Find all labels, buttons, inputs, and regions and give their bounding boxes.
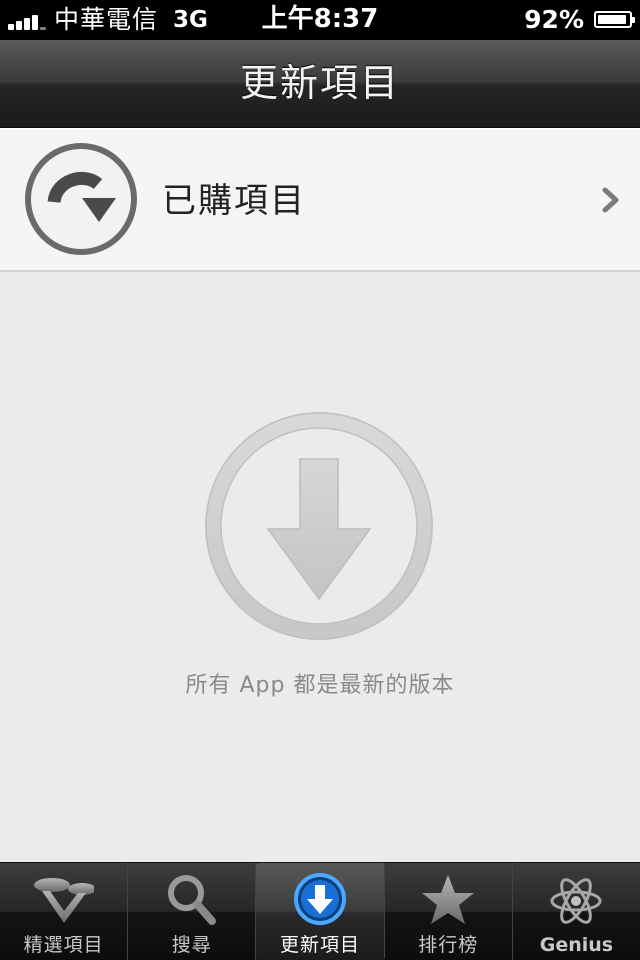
purchased-download-icon xyxy=(25,143,137,255)
search-icon xyxy=(167,875,216,925)
tab-search[interactable]: 搜尋 xyxy=(128,863,257,960)
status-bar: 中華電信 3G 上午8:37 92% xyxy=(0,0,640,40)
navigation-bar: 更新項目 xyxy=(0,40,640,128)
chevron-right-icon xyxy=(602,187,619,213)
tab-label: 更新項目 xyxy=(280,934,361,956)
tab-label: 搜尋 xyxy=(171,934,212,956)
tab-label: 精選項目 xyxy=(23,934,104,956)
tab-updates[interactable]: 更新項目 xyxy=(256,863,385,960)
tab-bar: 精選項目 搜尋 更新項目 排行榜 Genius xyxy=(0,862,640,960)
purchased-items-label: 已購項目 xyxy=(162,181,306,221)
tab-genius[interactable]: Genius xyxy=(513,863,640,960)
star-icon xyxy=(422,875,475,924)
download-arrow-icon xyxy=(205,412,433,640)
battery-level-fill xyxy=(598,15,626,24)
battery-percentage: 92% xyxy=(524,5,584,34)
page-title: 更新項目 xyxy=(239,61,400,105)
tab-label: 排行榜 xyxy=(418,934,479,956)
battery-icon xyxy=(594,11,635,28)
updates-icon xyxy=(294,873,346,925)
up-to-date-message: 所有 App 都是最新的版本 xyxy=(185,673,455,698)
featured-icon xyxy=(33,878,94,923)
app-store-updates-screen: 中華電信 3G 上午8:37 92% 更新項目 已購項目 所有 App 都是最新… xyxy=(0,0,640,960)
genius-atom-icon xyxy=(550,878,602,924)
purchased-items-row[interactable]: 已購項目 xyxy=(0,128,640,272)
tab-featured[interactable]: 精選項目 xyxy=(0,863,129,960)
tab-label: Genius xyxy=(539,934,614,956)
tab-top-charts[interactable]: 排行榜 xyxy=(385,863,513,960)
